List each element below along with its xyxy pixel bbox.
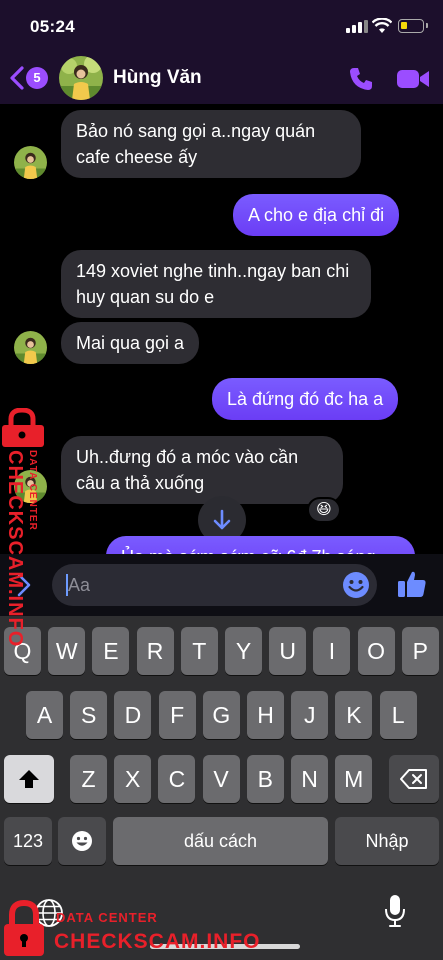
lock-icon	[4, 900, 44, 956]
watermark-brand: CHECKSCAM.INFO	[54, 930, 261, 953]
microphone-icon[interactable]	[384, 894, 406, 928]
message-bubble-received[interactable]: 149 xoviet nghe tinh..ngay ban chi huy q…	[61, 250, 371, 318]
key-u[interactable]: U	[269, 627, 307, 675]
wifi-icon	[372, 18, 392, 33]
key-b[interactable]: B	[246, 755, 284, 803]
video-camera-icon[interactable]	[396, 67, 430, 91]
smiley-icon[interactable]	[342, 571, 370, 599]
numbers-key[interactable]: 123	[4, 817, 52, 865]
key-v[interactable]: V	[202, 755, 240, 803]
battery-low-icon	[398, 19, 428, 33]
shift-arrow-icon	[19, 770, 39, 788]
key-k[interactable]: K	[335, 691, 373, 739]
message-reaction[interactable]: 😆	[307, 497, 341, 523]
key-d[interactable]: D	[114, 691, 152, 739]
key-r[interactable]: R	[136, 627, 174, 675]
delete-key[interactable]	[389, 755, 439, 803]
thumbs-up-icon[interactable]	[396, 568, 428, 600]
emoji-key[interactable]	[58, 817, 106, 865]
message-bubble-received[interactable]: Uh..đưng đó a móc vào cần câu a thả xuốn…	[61, 436, 343, 504]
key-e[interactable]: E	[92, 627, 130, 675]
key-g[interactable]: G	[202, 691, 240, 739]
watermark-vertical: CHECKSCAM.INFO DATA CENTER	[3, 450, 38, 648]
key-s[interactable]: S	[70, 691, 108, 739]
contact-avatar[interactable]	[59, 56, 103, 100]
watermark-tagline: DATA CENTER	[56, 910, 158, 925]
key-h[interactable]: H	[247, 691, 284, 739]
key-t[interactable]: T	[180, 627, 218, 675]
chevron-left-icon[interactable]	[8, 65, 26, 91]
unread-count-badge[interactable]: 5	[26, 67, 48, 89]
key-x[interactable]: X	[114, 755, 152, 803]
keyboard: QWERTYUIOP ASDFGHJKL ZXCVBNM 123 dấu các…	[0, 616, 443, 960]
message-composer	[0, 554, 443, 616]
message-input[interactable]	[52, 564, 377, 606]
key-f[interactable]: F	[158, 691, 196, 739]
watermark-tagline: DATA CENTER	[27, 450, 38, 531]
emoji-keyboard-icon	[72, 831, 92, 851]
key-z[interactable]: Z	[70, 755, 107, 803]
shift-key[interactable]	[4, 755, 54, 803]
key-p[interactable]: P	[401, 627, 439, 675]
backspace-icon	[400, 769, 427, 789]
cellular-signal-icon	[346, 20, 368, 33]
key-a[interactable]: A	[26, 691, 63, 739]
key-n[interactable]: N	[291, 755, 328, 803]
lock-icon	[2, 408, 44, 447]
key-i[interactable]: I	[313, 627, 351, 675]
contact-avatar-small[interactable]	[14, 331, 47, 364]
key-o[interactable]: O	[357, 627, 395, 675]
key-w[interactable]: W	[48, 627, 86, 675]
text-cursor	[66, 574, 68, 596]
space-key[interactable]: dấu cách	[113, 817, 328, 865]
message-thread[interactable]: Bảo nó sang gọi a..ngay quán cafe cheese…	[0, 104, 443, 554]
phone-icon[interactable]	[347, 65, 375, 93]
status-time: 05:24	[30, 17, 75, 36]
message-bubble-received[interactable]: Mai qua gọi a	[61, 322, 200, 364]
key-m[interactable]: M	[335, 755, 373, 803]
chat-header: 5 Hùng Văn	[0, 52, 443, 104]
key-c[interactable]: C	[158, 755, 196, 803]
key-j[interactable]: J	[291, 691, 329, 739]
return-key[interactable]: Nhập	[335, 817, 439, 865]
message-bubble-sent[interactable]: A cho e địa chỉ đi	[233, 194, 400, 236]
contact-avatar-small[interactable]	[14, 146, 47, 179]
key-y[interactable]: Y	[225, 627, 262, 675]
message-bubble-sent[interactable]: Là đứng đó đc ha a	[212, 378, 399, 420]
message-bubble-sent[interactable]: Ủa mà sớm sớm cỡ 6đ 7h sáng	[106, 536, 415, 554]
status-bar: 05:24	[0, 0, 443, 52]
key-l[interactable]: L	[379, 691, 417, 739]
watermark-brand: CHECKSCAM.INFO	[4, 450, 26, 648]
message-bubble-received[interactable]: Bảo nó sang gọi a..ngay quán cafe cheese…	[61, 110, 361, 178]
contact-name[interactable]: Hùng Văn	[113, 67, 202, 89]
